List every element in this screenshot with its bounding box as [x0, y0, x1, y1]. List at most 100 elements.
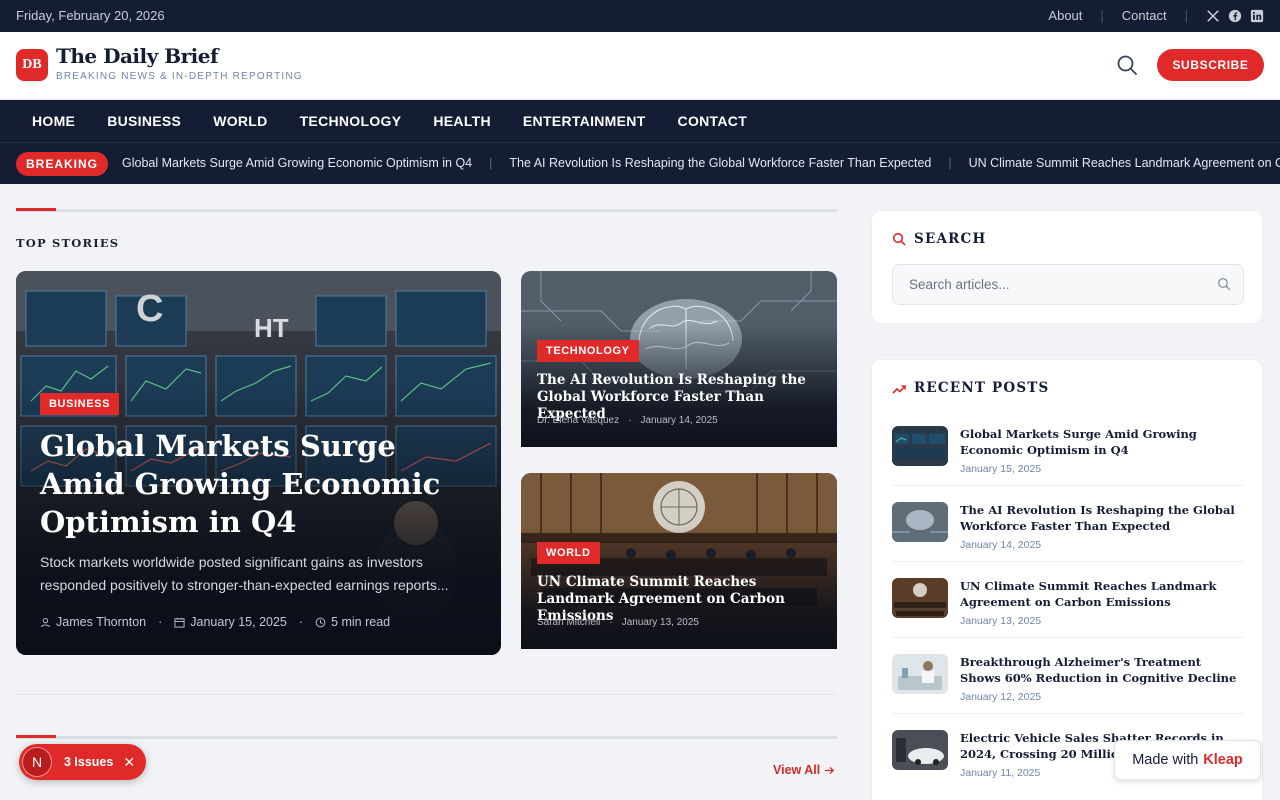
- meta-dot: ·: [298, 615, 304, 629]
- site-tagline: BREAKING NEWS & IN-DEPTH REPORTING: [56, 71, 303, 82]
- search-icon[interactable]: [1116, 54, 1138, 76]
- social-links: [1206, 9, 1264, 23]
- ticker-separator: |: [948, 156, 952, 170]
- post-thumbnail: [892, 502, 948, 542]
- post-date: January 13, 2025: [960, 615, 1042, 627]
- facebook-icon[interactable]: [1228, 9, 1242, 23]
- post-title[interactable]: Breakthrough Alzheimer's Treatment Shows…: [960, 654, 1244, 686]
- section-accent: [16, 735, 56, 738]
- arrow-right-icon: [825, 766, 835, 774]
- story-card-technology[interactable]: TECHNOLOGY The AI Revolution Is Reshapin…: [521, 271, 837, 447]
- made-with-prefix: Made with: [1132, 752, 1199, 768]
- section-rule: [16, 736, 837, 739]
- contact-link[interactable]: Contact: [1122, 8, 1167, 23]
- recent-post-item[interactable]: Global Markets Surge Amid Growing Econom…: [892, 422, 1244, 486]
- recent-post-item[interactable]: Breakthrough Alzheimer's Treatment Shows…: [892, 650, 1244, 714]
- clock-icon: [315, 617, 326, 627]
- linkedin-icon[interactable]: [1250, 9, 1264, 23]
- story-author[interactable]: Sarah Mitchell: [537, 617, 600, 628]
- issues-avatar: N: [22, 747, 52, 777]
- section-accent: [16, 208, 56, 211]
- breaking-badge: BREAKING: [16, 152, 109, 176]
- post-date: January 15, 2025: [960, 463, 1042, 475]
- divider: |: [1100, 8, 1104, 23]
- ticker-headline[interactable]: The AI Revolution Is Reshaping the Globa…: [509, 156, 931, 170]
- about-link[interactable]: About: [1048, 8, 1082, 23]
- issues-label: 3 Issues: [64, 755, 114, 769]
- x-icon[interactable]: [1206, 9, 1220, 23]
- story-date: January 14, 2025: [640, 415, 718, 426]
- top-links: About | Contact |: [1048, 8, 1264, 23]
- featured-meta: James Thornton · January 15, 2025 · 5 mi…: [40, 615, 390, 629]
- section-title-top-stories: TOP STORIES: [16, 236, 120, 250]
- search-panel-title: SEARCH: [914, 231, 987, 247]
- featured-title[interactable]: Global Markets Surge Amid Growing Econom…: [40, 427, 480, 541]
- subscribe-button[interactable]: SUBSCRIBE: [1157, 49, 1264, 81]
- post-thumbnail: [892, 426, 948, 466]
- featured-author[interactable]: James Thornton: [56, 615, 146, 629]
- ticker-headline[interactable]: Global Markets Surge Amid Growing Econom…: [122, 156, 472, 170]
- meta-dot: ·: [609, 617, 613, 628]
- nav-item-technology[interactable]: TECHNOLOGY: [284, 113, 418, 129]
- nav-item-home[interactable]: HOME: [16, 113, 91, 129]
- search-submit-icon[interactable]: [1217, 277, 1231, 291]
- post-date: January 11, 2025: [960, 767, 1041, 779]
- nav-item-health[interactable]: HEALTH: [417, 113, 507, 129]
- breaking-news-bar: BREAKING Global Markets Surge Amid Growi…: [0, 142, 1280, 184]
- featured-excerpt: Stock markets worldwide posted significa…: [40, 554, 449, 593]
- post-thumbnail: [892, 578, 948, 618]
- site-header: DB The Daily Brief BREAKING NEWS & IN-DE…: [0, 32, 1280, 100]
- post-thumbnail: [892, 654, 948, 694]
- nav-item-entertainment[interactable]: ENTERTAINMENT: [507, 113, 662, 129]
- meta-dot: ·: [628, 415, 632, 426]
- ticker-headline[interactable]: UN Climate Summit Reaches Landmark Agree…: [969, 156, 1280, 170]
- category-tag[interactable]: TECHNOLOGY: [537, 340, 639, 362]
- story-meta: Sarah Mitchell · January 13, 2025: [537, 617, 699, 628]
- search-panel: SEARCH: [871, 210, 1263, 324]
- svg-text:C: C: [136, 288, 163, 330]
- nav-item-business[interactable]: BUSINESS: [91, 113, 197, 129]
- recent-post-item[interactable]: UN Climate Summit Reaches Landmark Agree…: [892, 574, 1244, 638]
- meta-dot: ·: [158, 615, 163, 629]
- svg-text:HT: HT: [254, 313, 289, 343]
- category-tag[interactable]: WORLD: [537, 542, 600, 564]
- recent-posts-panel: RECENT POSTS Global Markets Surge Amid G…: [871, 359, 1263, 800]
- featured-read-time: 5 min read: [331, 615, 391, 629]
- featured-story-card[interactable]: C HT BUSINESS Global Markets Surge Amid …: [16, 271, 501, 655]
- current-date: Friday, February 20, 2026: [16, 8, 165, 23]
- view-all-label: View All: [773, 763, 821, 777]
- trending-icon: [892, 385, 906, 394]
- recent-posts-title: RECENT POSTS: [914, 380, 1050, 396]
- nav-item-world[interactable]: WORLD: [197, 113, 283, 129]
- made-with-brand: Kleap: [1203, 752, 1243, 768]
- logo-badge[interactable]: DB: [16, 49, 48, 81]
- post-title[interactable]: UN Climate Summit Reaches Landmark Agree…: [960, 578, 1244, 610]
- made-with-badge[interactable]: Made with Kleap: [1114, 740, 1261, 780]
- site-title[interactable]: The Daily Brief: [56, 44, 219, 68]
- post-title[interactable]: The AI Revolution Is Reshaping the Globa…: [960, 502, 1244, 534]
- search-icon: [892, 232, 906, 246]
- post-title[interactable]: Global Markets Surge Amid Growing Econom…: [960, 426, 1244, 458]
- main-nav: HOME BUSINESS WORLD TECHNOLOGY HEALTH EN…: [0, 100, 1280, 142]
- recent-post-item[interactable]: The AI Revolution Is Reshaping the Globa…: [892, 498, 1244, 562]
- post-date: January 12, 2025: [960, 691, 1042, 703]
- search-input[interactable]: [892, 264, 1244, 305]
- post-thumbnail: [892, 730, 948, 770]
- user-icon: [40, 617, 51, 627]
- view-all-link[interactable]: View All: [773, 763, 835, 777]
- ticker-separator: |: [489, 156, 493, 170]
- divider: |: [1184, 8, 1188, 23]
- issues-badge[interactable]: N 3 Issues ✕: [19, 744, 146, 780]
- story-card-world[interactable]: WORLD UN Climate Summit Reaches Landmark…: [521, 473, 837, 649]
- close-icon[interactable]: ✕: [123, 754, 135, 771]
- story-date: January 13, 2025: [621, 617, 699, 628]
- nav-item-contact[interactable]: CONTACT: [662, 113, 764, 129]
- category-tag[interactable]: BUSINESS: [40, 393, 120, 415]
- story-author[interactable]: Dr. Elena Vasquez: [537, 415, 619, 426]
- story-meta: Dr. Elena Vasquez · January 14, 2025: [537, 415, 718, 426]
- news-ticker: Global Markets Surge Amid Growing Econom…: [122, 156, 1280, 170]
- section-divider: [16, 694, 837, 695]
- section-rule: [16, 209, 837, 212]
- calendar-icon: [174, 617, 185, 628]
- featured-date: January 15, 2025: [190, 615, 287, 629]
